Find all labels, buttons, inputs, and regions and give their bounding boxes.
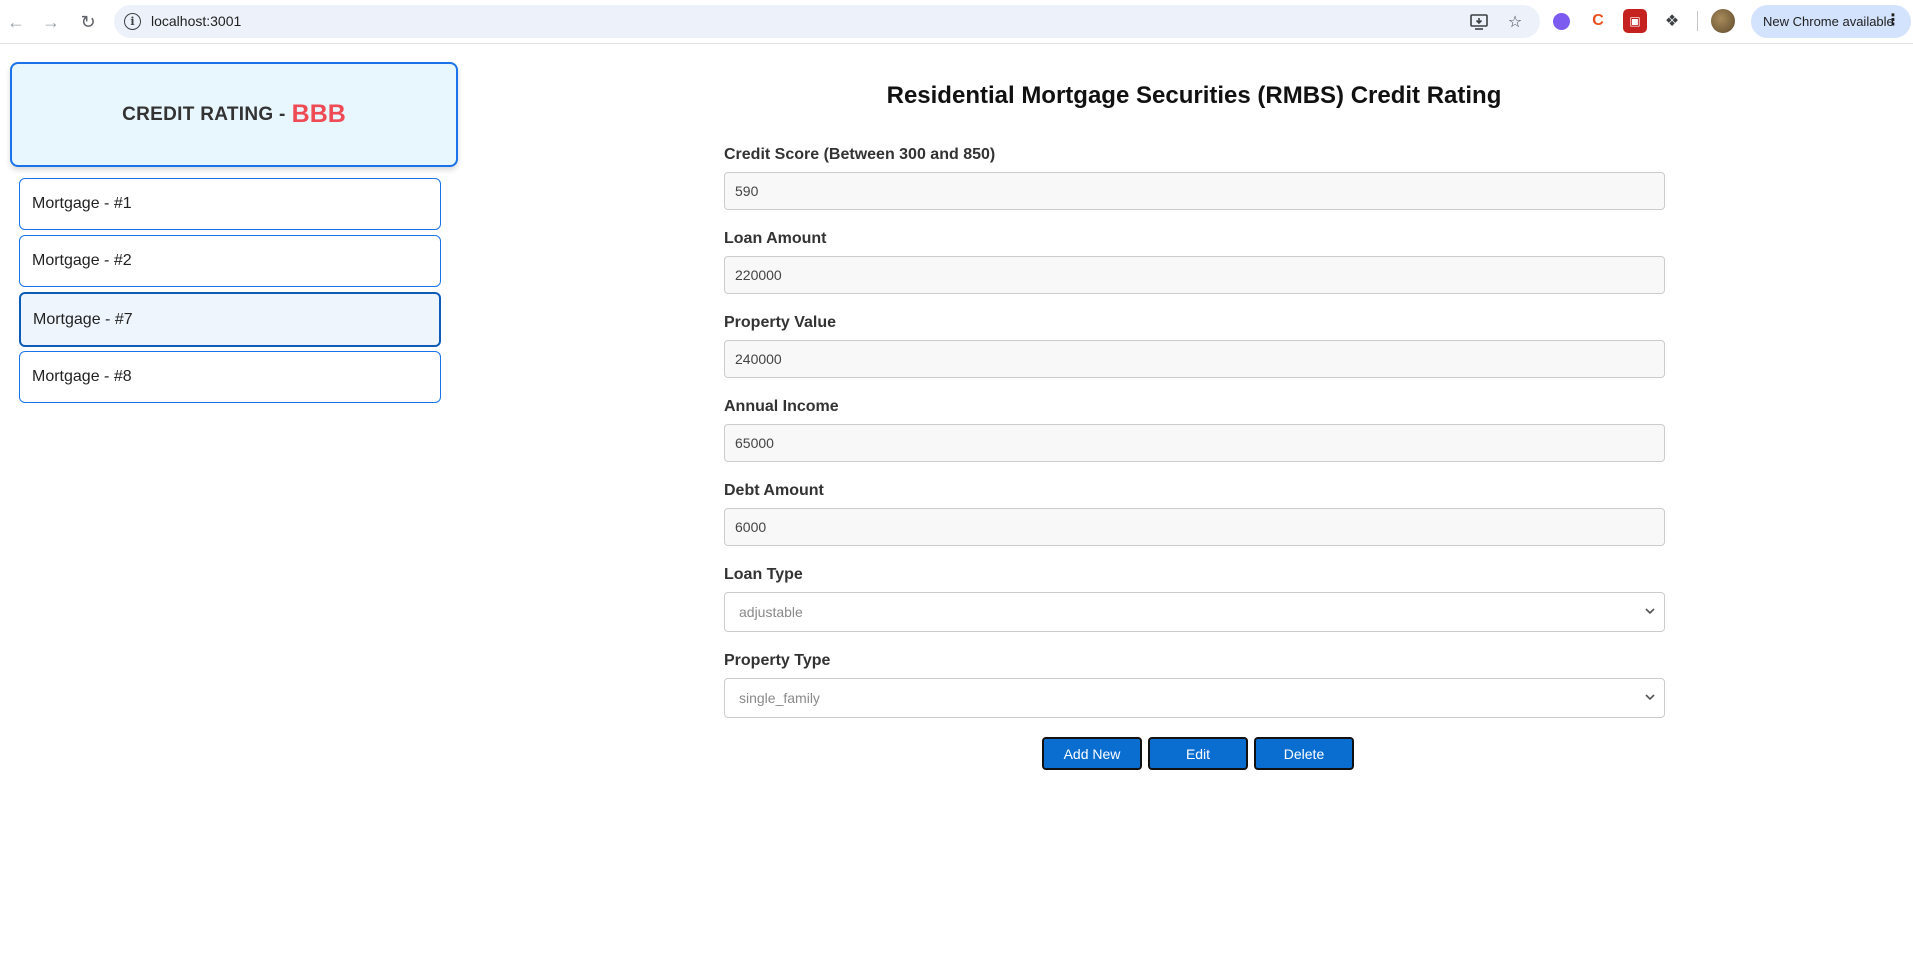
credit-score-label: Credit Score (Between 300 and 850): [724, 146, 996, 163]
property-type-select[interactable]: single_family: [724, 678, 1665, 718]
loan-amount-field: Loan Amount 220000: [724, 230, 1665, 294]
property-value-input[interactable]: 240000: [724, 340, 1665, 378]
profile-avatar[interactable]: [1711, 9, 1735, 33]
bookmark-star-icon[interactable]: ☆: [1504, 11, 1526, 33]
loan-type-field: Loan Type adjustable: [724, 566, 1665, 632]
property-type-field: Property Type single_family: [724, 652, 1665, 718]
form-actions: Add New Edit Delete: [1042, 737, 1354, 770]
address-bar[interactable]: i localhost:3001 ☆: [114, 5, 1540, 38]
browser-toolbar: ← → ↻ i localhost:3001 ☆ C ▣ ❖ New Chrom…: [0, 0, 1913, 44]
property-type-value: single_family: [739, 690, 820, 706]
property-type-label: Property Type: [724, 652, 831, 669]
reload-icon[interactable]: ↻: [76, 10, 100, 34]
credit-rating-value: BBB: [291, 100, 346, 128]
page-title: Residential Mortgage Securities (RMBS) C…: [886, 82, 1502, 109]
menu-dots-icon[interactable]: ⋮: [1885, 13, 1901, 29]
loan-amount-label: Loan Amount: [724, 230, 827, 247]
loan-amount-input[interactable]: 220000: [724, 256, 1665, 294]
chrome-update-label: New Chrome available: [1763, 14, 1894, 29]
mortgage-item-label: Mortgage - #8: [32, 368, 132, 385]
debt-amount-input[interactable]: 6000: [724, 508, 1665, 546]
mortgage-item-label: Mortgage - #7: [33, 310, 133, 328]
chrome-update-button[interactable]: New Chrome available ⋮: [1751, 5, 1911, 38]
delete-button[interactable]: Delete: [1254, 737, 1354, 770]
credit-rating-label: CREDIT RATING -: [122, 103, 286, 125]
toolbar-separator: [1697, 11, 1698, 31]
back-icon[interactable]: ←: [4, 10, 28, 34]
extension-c-icon[interactable]: C: [1586, 9, 1610, 33]
debt-amount-label: Debt Amount: [724, 482, 824, 499]
chevron-down-icon: [1644, 691, 1658, 705]
extension-purple-icon[interactable]: [1549, 9, 1573, 33]
forward-icon[interactable]: →: [39, 10, 63, 34]
install-app-icon[interactable]: [1468, 11, 1490, 33]
extensions-icon[interactable]: ❖: [1660, 9, 1684, 33]
annual-income-field: Annual Income 65000: [724, 398, 1665, 462]
mortgage-item-label: Mortgage - #2: [32, 252, 132, 269]
chevron-down-icon: [1644, 605, 1658, 619]
edit-button[interactable]: Edit: [1148, 737, 1248, 770]
credit-score-field: Credit Score (Between 300 and 850) 590: [724, 146, 1665, 210]
mortgage-item-label: Mortgage - #1: [32, 195, 132, 212]
credit-score-input[interactable]: 590: [724, 172, 1665, 210]
site-info-icon[interactable]: i: [124, 13, 141, 30]
mortgage-item-8[interactable]: Mortgage - #8: [19, 351, 441, 403]
add-new-button[interactable]: Add New: [1042, 737, 1142, 770]
extension-red-icon[interactable]: ▣: [1623, 9, 1647, 33]
loan-type-label: Loan Type: [724, 566, 803, 583]
debt-amount-field: Debt Amount 6000: [724, 482, 1665, 546]
address-bar-url[interactable]: localhost:3001: [151, 13, 241, 29]
property-value-field: Property Value 240000: [724, 314, 1665, 378]
loan-type-select[interactable]: adjustable: [724, 592, 1665, 632]
loan-type-value: adjustable: [739, 604, 803, 620]
mortgage-item-1[interactable]: Mortgage - #1: [19, 178, 441, 230]
property-value-label: Property Value: [724, 314, 837, 331]
mortgage-item-2[interactable]: Mortgage - #2: [19, 235, 441, 287]
mortgage-list: Mortgage - #1 Mortgage - #2 Mortgage - #…: [19, 178, 441, 408]
credit-rating-card: CREDIT RATING - BBB: [10, 62, 458, 167]
mortgage-item-7[interactable]: Mortgage - #7: [19, 292, 441, 347]
annual-income-label: Annual Income: [724, 398, 839, 415]
annual-income-input[interactable]: 65000: [724, 424, 1665, 462]
